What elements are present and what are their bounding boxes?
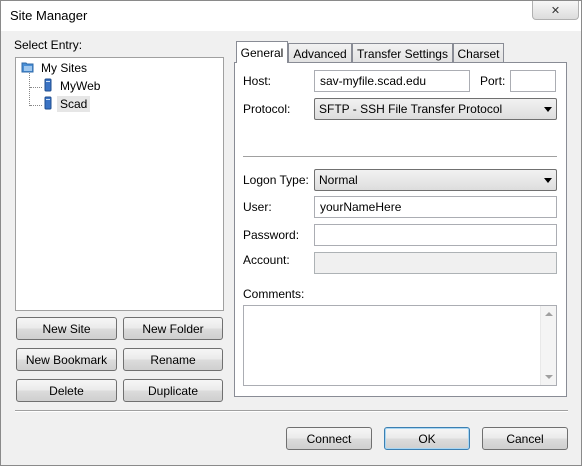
server-icon [42,78,54,95]
tab-charset[interactable]: Charset [453,43,504,63]
rename-button[interactable]: Rename [123,348,223,371]
tab-general[interactable]: General [236,41,288,63]
window-title: Site Manager [10,8,88,23]
new-bookmark-button[interactable]: New Bookmark [16,348,117,371]
chevron-down-icon [544,107,552,112]
protocol-label: Protocol: [243,102,291,116]
site-manager-window: Site Manager ✕ Select Entry: My Sites My… [0,0,582,466]
tree-item-label: Scad [57,96,91,112]
password-input[interactable] [314,224,557,246]
host-input[interactable]: sav-myfile.scad.edu [314,70,470,92]
scroll-up-icon[interactable] [545,312,553,316]
protocol-select-value: SFTP - SSH File Transfer Protocol [319,102,503,116]
tree-item-label: My Sites [41,61,88,75]
logon-type-label: Logon Type: [243,173,309,187]
tree-item-myweb[interactable]: MyWeb [42,77,103,95]
select-entry-label: Select Entry: [14,38,83,52]
ok-button[interactable]: OK [384,427,470,450]
close-button[interactable]: ✕ [532,1,579,20]
port-label: Port: [480,74,506,88]
footer-separator [15,410,568,412]
new-folder-button[interactable]: New Folder [123,317,223,340]
title-bar: Site Manager ✕ [1,1,581,31]
separator [243,156,557,158]
scroll-down-icon[interactable] [545,375,553,379]
cancel-button[interactable]: Cancel [482,427,568,450]
user-label: User: [243,200,272,214]
comments-textarea[interactable] [243,305,557,386]
tree-connector [30,87,42,88]
tree-connector [30,105,42,106]
account-label: Account: [243,253,290,267]
user-input[interactable]: yourNameHere [314,196,557,218]
protocol-select[interactable]: SFTP - SSH File Transfer Protocol [314,98,557,120]
duplicate-button[interactable]: Duplicate [123,379,223,402]
site-tree[interactable]: My Sites MyWeb Scad [15,57,224,311]
tab-transfer-settings[interactable]: Transfer Settings [352,43,453,63]
connect-button[interactable]: Connect [286,427,372,450]
new-site-button[interactable]: New Site [16,317,117,340]
password-label: Password: [243,228,300,242]
port-input[interactable] [510,70,556,92]
comments-label: Comments: [243,287,305,301]
comments-scrollbar[interactable] [540,306,556,385]
logon-type-select[interactable]: Normal [314,169,557,191]
tree-item-scad[interactable]: Scad [42,95,91,113]
folder-icon [21,60,35,77]
tree-item-label: MyWeb [60,79,101,93]
host-label: Host: [243,74,272,88]
tree-item-my-sites[interactable]: My Sites [21,59,90,77]
account-input [314,252,557,274]
chevron-down-icon [544,178,552,183]
delete-button[interactable]: Delete [16,379,117,402]
tab-advanced[interactable]: Advanced [288,43,352,63]
logon-type-select-value: Normal [319,173,358,187]
server-icon [42,96,54,113]
close-icon: ✕ [550,4,561,17]
